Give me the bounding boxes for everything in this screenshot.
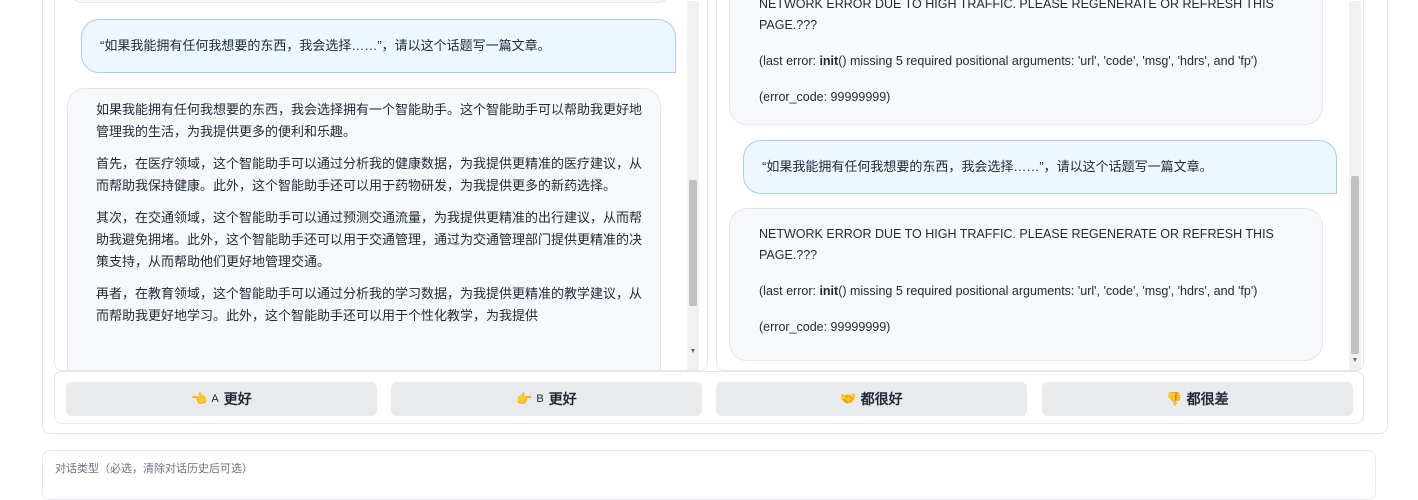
- a-better-prefix: A: [211, 393, 219, 405]
- dialog-type-label: 对话类型（必选，清除对话历史后可选）: [55, 463, 253, 475]
- bot-paragraph-1: 如果我能拥有任何我想要的东西，我会选择拥有一个智能助手。这个智能助手可以帮助我更…: [96, 102, 643, 139]
- error-2-headline: NETWORK ERROR DUE TO HIGH TRAFFIC. PLEAS…: [759, 227, 1274, 262]
- both-good-label: 都很好: [860, 391, 903, 407]
- both-bad-button[interactable]: 👎 都很差: [1042, 382, 1353, 416]
- handshake-icon: 🤝: [840, 391, 857, 406]
- bot-message: 如果我能拥有任何我想要的东西，我会选择拥有一个智能助手。这个智能助手可以帮助我更…: [67, 88, 661, 370]
- user-message-text: “如果我能拥有任何我想要的东西，我会选择……”，请以这个话题写一篇文章。: [762, 159, 1213, 174]
- left-scrollbar[interactable]: ▼: [687, 1, 699, 370]
- b-better-label: 更好: [548, 391, 577, 407]
- error-message-1: NETWORK ERROR DUE TO HIGH TRAFFIC. PLEAS…: [729, 0, 1323, 125]
- chatbot-b-panel[interactable]: NETWORK ERROR DUE TO HIGH TRAFFIC. PLEAS…: [716, 0, 1364, 371]
- previous-bot-message: [67, 0, 673, 3]
- b-better-button[interactable]: 👉 B 更好: [391, 382, 702, 416]
- dialog-type-selector[interactable]: 对话类型（必选，清除对话历史后可选）: [42, 450, 1376, 500]
- bot-paragraph-2: 首先，在医疗领域，这个智能助手可以通过分析我的健康数据，为我提供更精准的医疗建议…: [96, 156, 643, 193]
- hand-pointing-right-icon: 👉: [516, 391, 533, 406]
- user-message: “如果我能拥有任何我想要的东西，我会选择……”，请以这个话题写一篇文章。: [743, 140, 1337, 194]
- both-bad-label: 都很差: [1186, 391, 1229, 407]
- b-better-prefix: B: [536, 393, 544, 405]
- user-message-text: “如果我能拥有任何我想要的东西，我会选择……”，请以这个话题写一篇文章。: [100, 38, 551, 53]
- vote-button-row: 👈 A 更好 👉 B 更好 🤝 都很好 👎 都很差: [54, 371, 1364, 424]
- both-good-button[interactable]: 🤝 都很好: [716, 382, 1027, 416]
- bot-paragraph-4: 再者，在教育领域，这个智能助手可以通过分析我的学习数据，为我提供更精准的教学建议…: [96, 286, 643, 323]
- chatbot-a-panel[interactable]: “如果我能拥有任何我想要的东西，我会选择……”，请以这个话题写一篇文章。 如果我…: [54, 0, 708, 371]
- scroll-down-arrow-icon[interactable]: ▼: [1349, 355, 1361, 367]
- error-message-2: NETWORK ERROR DUE TO HIGH TRAFFIC. PLEAS…: [729, 208, 1323, 361]
- a-better-button[interactable]: 👈 A 更好: [66, 382, 377, 416]
- error-1-detail: (last error: init() missing 5 required p…: [759, 54, 1258, 68]
- left-scrollbar-thumb[interactable]: [689, 180, 697, 306]
- thumbs-down-icon: 👎: [1166, 391, 1183, 406]
- error-1-code: (error_code: 99999999): [759, 90, 891, 104]
- a-better-label: 更好: [223, 391, 252, 407]
- bot-paragraph-3: 其次，在交通领域，这个智能助手可以通过预测交通流量，为我提供更精准的出行建议，从…: [96, 210, 643, 269]
- user-message: “如果我能拥有任何我想要的东西，我会选择……”，请以这个话题写一篇文章。: [81, 19, 676, 73]
- right-scrollbar-thumb[interactable]: [1351, 176, 1359, 354]
- hand-pointing-left-icon: 👈: [191, 391, 208, 406]
- error-1-headline: NETWORK ERROR DUE TO HIGH TRAFFIC. PLEAS…: [759, 0, 1274, 32]
- right-scrollbar[interactable]: ▼: [1349, 1, 1361, 370]
- scroll-down-arrow-icon[interactable]: ▼: [687, 346, 699, 358]
- error-2-code: (error_code: 99999999): [759, 320, 891, 334]
- error-2-detail: (last error: init() missing 5 required p…: [759, 284, 1258, 298]
